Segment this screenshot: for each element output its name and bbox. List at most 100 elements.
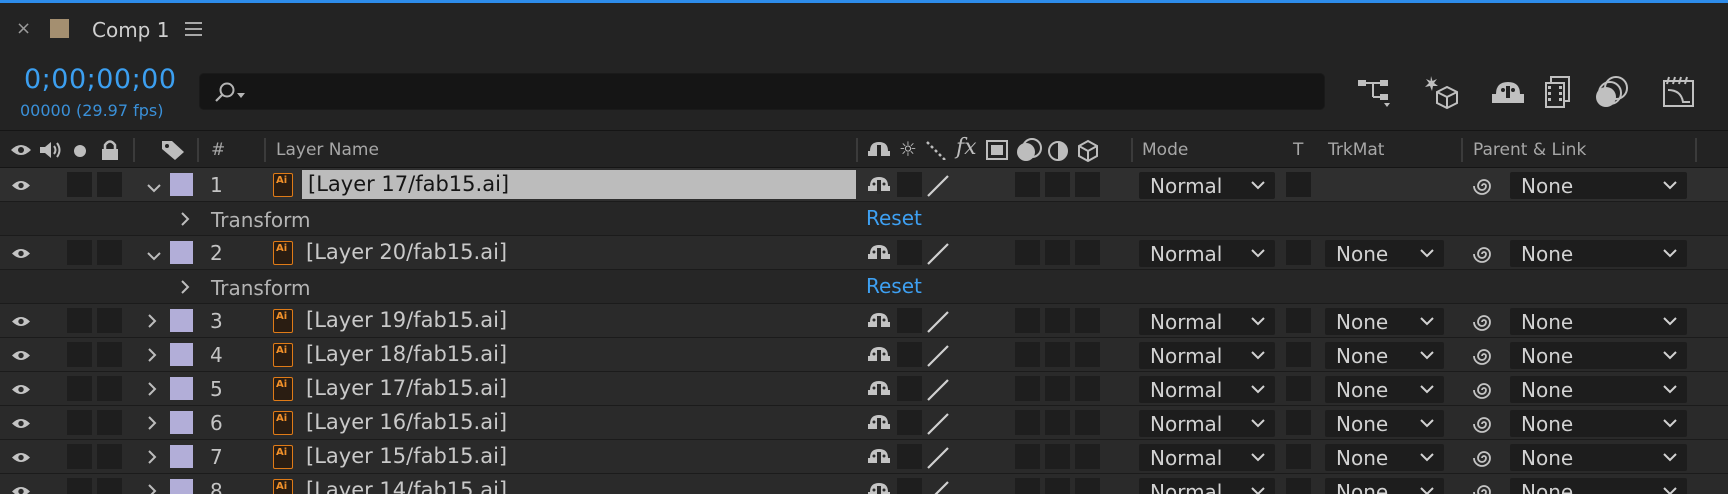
chevron-right-icon[interactable] bbox=[146, 449, 158, 469]
layer-switch-box[interactable] bbox=[1045, 478, 1070, 494]
collapse-transformations-icon[interactable]: ☼ bbox=[899, 137, 917, 161]
collapse-switch-box[interactable] bbox=[897, 172, 922, 197]
preserve-transparency-box[interactable] bbox=[1286, 308, 1311, 333]
parent-pickwhip-icon[interactable] bbox=[1472, 446, 1496, 474]
transform-group-row[interactable]: Transform Reset bbox=[0, 202, 1728, 236]
mode-dropdown[interactable]: Normal bbox=[1139, 172, 1275, 199]
parent-pickwhip-icon[interactable] bbox=[1472, 378, 1496, 406]
composition-flowchart-icon[interactable] bbox=[1355, 72, 1395, 112]
chevron-right-icon[interactable] bbox=[146, 313, 158, 333]
switch-box[interactable] bbox=[97, 444, 122, 469]
trkmat-dropdown[interactable]: None bbox=[1325, 308, 1444, 335]
layer-row[interactable]: 2 Ai [Layer 20/fab15.ai] Normal None None bbox=[0, 236, 1728, 270]
layer-switch-box[interactable] bbox=[1075, 172, 1100, 197]
shy-switch-icon[interactable] bbox=[867, 414, 891, 436]
shy-column-icon[interactable] bbox=[867, 141, 891, 159]
trkmat-dropdown[interactable]: None bbox=[1325, 478, 1444, 494]
preserve-transparency-box[interactable] bbox=[1286, 342, 1311, 367]
shy-switch-icon[interactable] bbox=[867, 346, 891, 368]
layer-switch-box[interactable] bbox=[1015, 172, 1040, 197]
label-color-swatch[interactable] bbox=[170, 173, 193, 196]
preserve-transparency-box[interactable] bbox=[1286, 240, 1311, 265]
chevron-down-icon[interactable] bbox=[146, 247, 162, 266]
graph-editor-icon[interactable] bbox=[1659, 72, 1699, 112]
motion-blur-column-icon[interactable] bbox=[1015, 138, 1043, 162]
chevron-down-icon[interactable] bbox=[146, 179, 162, 198]
label-color-swatch[interactable] bbox=[170, 343, 193, 366]
eye-icon[interactable] bbox=[11, 415, 31, 434]
mode-dropdown[interactable]: Normal bbox=[1139, 376, 1275, 403]
parent-pickwhip-icon[interactable] bbox=[1472, 480, 1496, 494]
layer-switch-box[interactable] bbox=[1045, 410, 1070, 435]
switch-box[interactable] bbox=[67, 444, 92, 469]
layer-switch-box[interactable] bbox=[1075, 376, 1100, 401]
layer-switch-box[interactable] bbox=[1045, 172, 1070, 197]
layer-row[interactable]: 6 Ai [Layer 16/fab15.ai] Normal None None bbox=[0, 406, 1728, 440]
parent-dropdown[interactable]: None bbox=[1510, 444, 1687, 471]
switch-box[interactable] bbox=[97, 308, 122, 333]
layer-switch-box[interactable] bbox=[1045, 444, 1070, 469]
parent-dropdown[interactable]: None bbox=[1510, 342, 1687, 369]
trkmat-dropdown[interactable]: None bbox=[1325, 342, 1444, 369]
audio-icon[interactable] bbox=[38, 140, 64, 160]
collapse-switch-box[interactable] bbox=[897, 240, 922, 265]
switch-box[interactable] bbox=[97, 172, 122, 197]
3d-layer-icon[interactable] bbox=[1076, 139, 1100, 163]
layer-row[interactable]: 7 Ai [Layer 15/fab15.ai] Normal None None bbox=[0, 440, 1728, 474]
preserve-transparency-box[interactable] bbox=[1286, 444, 1311, 469]
search-icon[interactable] bbox=[214, 81, 252, 103]
reset-link[interactable]: Reset bbox=[866, 274, 922, 298]
shy-layers-icon[interactable] bbox=[1488, 72, 1528, 112]
layer-name[interactable]: [Layer 20/fab15.ai] bbox=[306, 240, 507, 264]
lock-icon[interactable] bbox=[100, 139, 120, 161]
quality-switch-icon[interactable] bbox=[925, 242, 951, 270]
transform-group-row[interactable]: Transform Reset bbox=[0, 270, 1728, 304]
layer-switch-box[interactable] bbox=[1045, 308, 1070, 333]
layer-row[interactable]: 4 Ai [Layer 18/fab15.ai] Normal None None bbox=[0, 338, 1728, 372]
solo-icon[interactable] bbox=[73, 144, 87, 158]
switch-box[interactable] bbox=[67, 376, 92, 401]
layer-name[interactable]: [Layer 19/fab15.ai] bbox=[306, 308, 507, 332]
layer-switch-box[interactable] bbox=[1015, 240, 1040, 265]
eye-icon[interactable] bbox=[11, 313, 31, 332]
panel-menu-icon[interactable] bbox=[185, 22, 202, 36]
switch-box[interactable] bbox=[67, 240, 92, 265]
eye-icon[interactable] bbox=[11, 177, 31, 196]
label-color-swatch[interactable] bbox=[170, 377, 193, 400]
shy-switch-icon[interactable] bbox=[867, 312, 891, 334]
mode-dropdown[interactable]: Normal bbox=[1139, 240, 1275, 267]
collapse-switch-box[interactable] bbox=[897, 410, 922, 435]
mode-dropdown[interactable]: Normal bbox=[1139, 342, 1275, 369]
shy-switch-icon[interactable] bbox=[867, 448, 891, 470]
quality-icon[interactable] bbox=[925, 140, 947, 160]
chevron-right-icon[interactable] bbox=[179, 279, 191, 299]
layer-name[interactable]: [Layer 18/fab15.ai] bbox=[306, 342, 507, 366]
layer-row[interactable]: 1 Ai [Layer 17/fab15.ai] Normal None bbox=[0, 168, 1728, 202]
mode-dropdown[interactable]: Normal bbox=[1139, 410, 1275, 437]
collapse-switch-box[interactable] bbox=[897, 342, 922, 367]
collapse-switch-box[interactable] bbox=[897, 376, 922, 401]
quality-switch-icon[interactable] bbox=[925, 344, 951, 372]
layer-name[interactable]: [Layer 14/fab15.ai] bbox=[306, 478, 507, 494]
chevron-right-icon[interactable] bbox=[146, 347, 158, 367]
preserve-transparency-box[interactable] bbox=[1286, 376, 1311, 401]
parent-pickwhip-icon[interactable] bbox=[1472, 412, 1496, 440]
parent-dropdown[interactable]: None bbox=[1510, 376, 1687, 403]
eye-icon[interactable] bbox=[11, 245, 31, 264]
layer-switch-box[interactable] bbox=[1075, 308, 1100, 333]
layer-switch-box[interactable] bbox=[1075, 342, 1100, 367]
quality-switch-icon[interactable] bbox=[925, 446, 951, 474]
label-color-swatch[interactable] bbox=[170, 309, 193, 332]
switch-box[interactable] bbox=[97, 240, 122, 265]
layer-switch-box[interactable] bbox=[1075, 410, 1100, 435]
frame-blending-icon[interactable] bbox=[1539, 72, 1579, 112]
switch-box[interactable] bbox=[67, 172, 92, 197]
reset-link[interactable]: Reset bbox=[866, 206, 922, 230]
preserve-transparency-box[interactable] bbox=[1286, 410, 1311, 435]
layer-switch-box[interactable] bbox=[1015, 410, 1040, 435]
parent-pickwhip-icon[interactable] bbox=[1472, 344, 1496, 372]
layer-row[interactable]: 3 Ai [Layer 19/fab15.ai] Normal None None bbox=[0, 304, 1728, 338]
current-time-display[interactable]: 0;00;00;00 bbox=[24, 64, 177, 95]
switch-box[interactable] bbox=[67, 478, 92, 494]
layer-name[interactable]: [Layer 15/fab15.ai] bbox=[306, 444, 507, 468]
